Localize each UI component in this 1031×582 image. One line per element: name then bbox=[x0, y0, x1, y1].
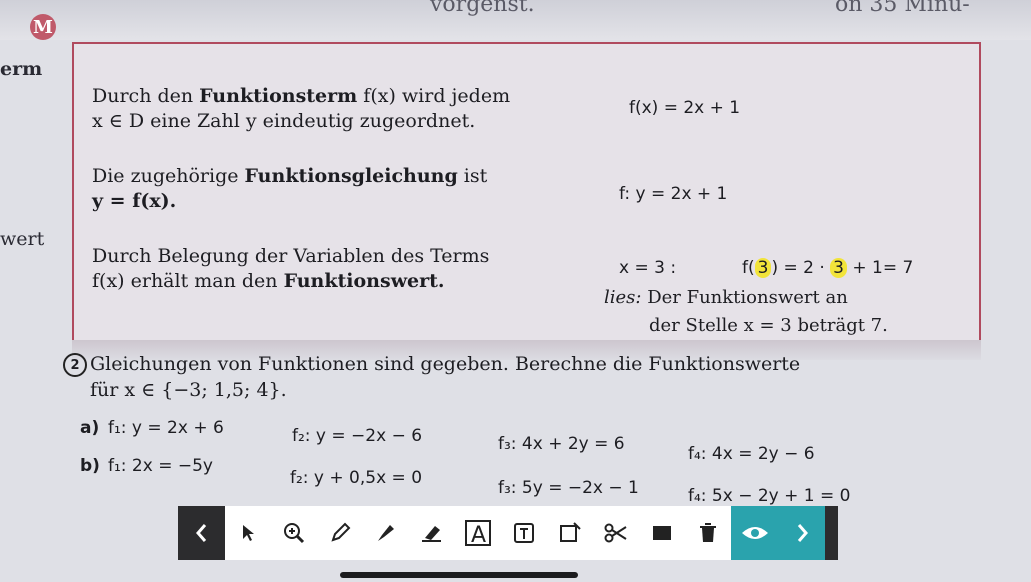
top-fragment-left: vorgenst. bbox=[430, 0, 535, 17]
text-box-icon[interactable]: A bbox=[455, 506, 501, 560]
back-chevron-icon[interactable] bbox=[178, 506, 225, 560]
definition-box: Durch den Funktionsterm f(x) wird jedem … bbox=[72, 42, 981, 344]
definition-row-equation: Die zugehörige Funktionsgleichung ist y … bbox=[92, 165, 488, 212]
pen-icon[interactable] bbox=[317, 506, 363, 560]
svg-text:A: A bbox=[471, 523, 486, 548]
text-field-icon[interactable] bbox=[501, 506, 547, 560]
equation: f₂: y + 0,5x = 0 bbox=[290, 468, 423, 488]
pointer-icon[interactable] bbox=[225, 506, 271, 560]
highlight-mark: 3 bbox=[754, 258, 772, 278]
task-b-label: b) bbox=[80, 456, 100, 476]
eraser-icon[interactable] bbox=[409, 506, 455, 560]
eye-icon[interactable] bbox=[731, 506, 778, 560]
page-top-strip: vorgenst. on 35 Minu- bbox=[0, 0, 1031, 40]
example-x-value: x = 3 : bbox=[619, 258, 677, 278]
zoom-in-icon[interactable] bbox=[271, 506, 317, 560]
task-instructions: Gleichungen von Funktionen sind gegeben.… bbox=[90, 353, 801, 401]
top-fragment-right: on 35 Minu- bbox=[835, 0, 970, 17]
example-reading: lies: Der Funktionswert an der Stelle x … bbox=[604, 287, 888, 336]
equation: f₂: y = −2x − 6 bbox=[292, 426, 423, 446]
equation: f₄: 4x = 2y − 6 bbox=[688, 444, 815, 464]
scissors-icon[interactable] bbox=[593, 506, 639, 560]
trash-icon[interactable] bbox=[685, 506, 731, 560]
equation: f₃: 5y = −2x − 1 bbox=[498, 478, 639, 498]
annotation-toolbar: A bbox=[178, 506, 838, 560]
forward-chevron-icon[interactable] bbox=[778, 506, 825, 560]
definition-row-term: Durch den Funktionsterm f(x) wird jedem … bbox=[92, 85, 511, 132]
equation: f₁: y = 2x + 6 bbox=[108, 418, 224, 438]
example-equation: f: y = 2x + 1 bbox=[619, 184, 728, 204]
margin-word-wert: wert bbox=[0, 228, 45, 250]
equation: f₃: 4x + 2y = 6 bbox=[498, 434, 625, 454]
definition-row-value: Durch Belegung der Variablen des Terms f… bbox=[92, 245, 490, 292]
margin-word-erm: erm bbox=[0, 58, 43, 80]
task-a-label: a) bbox=[80, 418, 100, 438]
equation: f₁: 2x = −5y bbox=[108, 456, 213, 476]
highlight-mark: 3 bbox=[830, 258, 847, 278]
example-term: f(x) = 2x + 1 bbox=[629, 98, 741, 118]
example-calculation: f(3) = 2 · 3 + 1= 7 bbox=[742, 258, 914, 278]
color-swatch-icon[interactable] bbox=[639, 506, 685, 560]
home-indicator bbox=[340, 572, 578, 578]
equation: f₄: 5x − 2y + 1 = 0 bbox=[688, 486, 851, 506]
highlighter-icon[interactable] bbox=[363, 506, 409, 560]
task-number: 2 bbox=[63, 353, 87, 377]
shape-icon[interactable] bbox=[547, 506, 593, 560]
section-badge: M bbox=[30, 14, 56, 40]
